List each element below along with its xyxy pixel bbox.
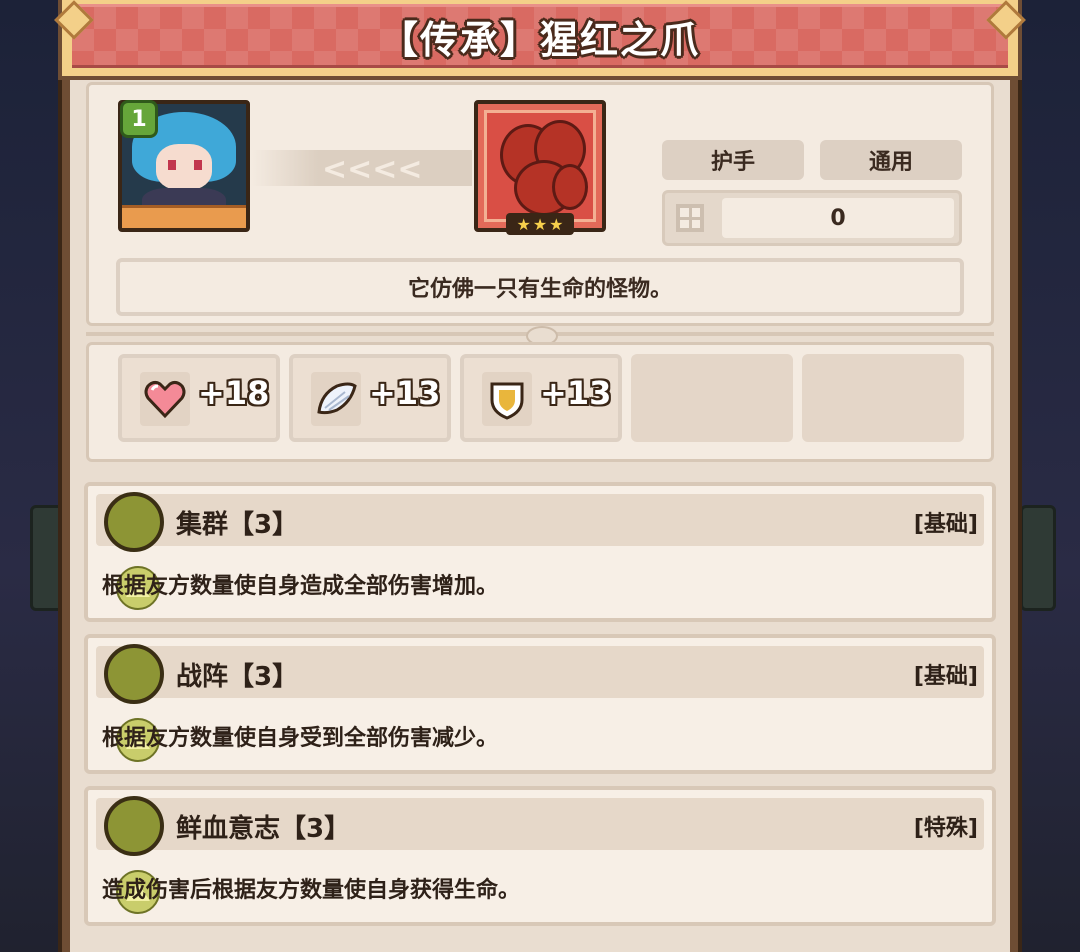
item-star-rating: ★ ★ ★ (506, 213, 574, 235)
feather-wing-icon (317, 382, 357, 415)
trait-type: [基础] (913, 512, 978, 537)
stat-speed: +13 (289, 354, 451, 442)
trait-name: 战阵【3】 (176, 662, 299, 692)
stat-defense: +13 (460, 354, 622, 442)
trait-badge-icon (104, 492, 164, 610)
portrait-eye-left (168, 160, 176, 170)
trait-badge-icon (104, 796, 164, 914)
stat-icon-frame (482, 372, 532, 426)
trait-type: [基础] (913, 664, 978, 689)
slot-count-value: 0 (722, 198, 954, 238)
shield-icon (490, 382, 524, 420)
trait-header: 集群【3】 [基础] (96, 492, 984, 610)
stat-value: +18 (198, 374, 270, 412)
trait-header: 鲜血意志【3】 [特殊] (96, 796, 984, 914)
stat-slot-empty (802, 354, 964, 442)
slot-grid-icon (676, 204, 704, 232)
stat-icon-frame (140, 372, 190, 426)
trait-name: 鲜血意志【3】 (176, 814, 351, 844)
tag-class: 通用 (820, 140, 962, 180)
item-description: 它仿佛一只有生命的怪物。 (116, 258, 964, 316)
title-banner: 【传承】猩红之爪 (58, 0, 1022, 80)
trait-type: [特殊] (913, 816, 978, 841)
heart-icon (144, 380, 186, 419)
trait-badge-icon (104, 644, 164, 762)
trait-card[interactable]: 战阵【3】 [基础] 根据友方数量使自身受到全部伤害减少。 (84, 634, 996, 774)
stat-slot-empty (631, 354, 793, 442)
tag-slot-type: 护手 (662, 140, 804, 180)
portrait-eye-right (194, 160, 202, 170)
background-left (0, 0, 60, 952)
star-icon: ★ (549, 214, 564, 234)
level-badge: 1 (120, 100, 158, 138)
star-icon: ★ (532, 214, 548, 234)
stat-health: +18 (118, 354, 280, 442)
claw-part-icon (552, 164, 588, 210)
stat-value: +13 (540, 374, 612, 412)
portrait-face (156, 144, 212, 190)
trait-card[interactable]: 集群【3】 [基础] 根据友方数量使自身造成全部伤害增加。 (84, 482, 996, 622)
portrait-strip (122, 205, 246, 228)
transfer-arrows: <<<< (322, 152, 423, 187)
trait-description: 根据友方数量使自身造成全部伤害增加。 (102, 574, 499, 599)
stat-icon-frame (311, 372, 361, 426)
trait-header: 战阵【3】 [基础] (96, 644, 984, 762)
title-banner-inner: 【传承】猩红之爪 (72, 4, 1008, 68)
background-right (1020, 0, 1080, 952)
item-title: 【传承】猩红之爪 (379, 17, 700, 62)
stat-value: +13 (369, 374, 441, 412)
trait-card[interactable]: 鲜血意志【3】 [特殊] 造成伤害后根据友方数量使自身获得生命。 (84, 786, 996, 926)
section-divider (86, 326, 994, 346)
trait-description: 根据友方数量使自身受到全部伤害减少。 (102, 726, 499, 751)
star-icon: ★ (516, 214, 531, 234)
background-tab-right (1020, 505, 1056, 611)
trait-name: 集群【3】 (176, 510, 299, 540)
trait-description: 造成伤害后根据友方数量使自身获得生命。 (102, 878, 521, 903)
